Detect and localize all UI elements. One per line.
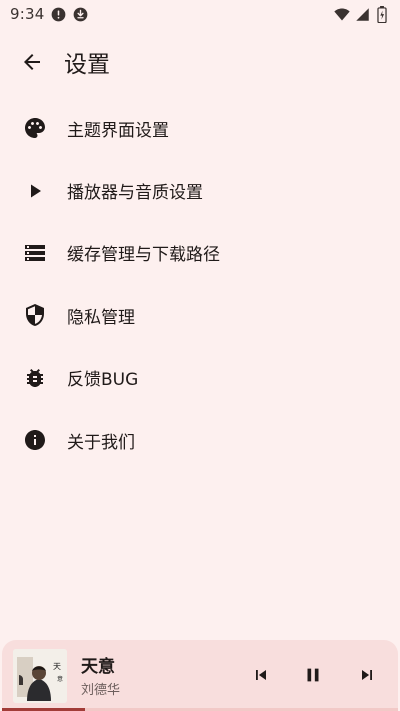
- status-bar: 9:34: [0, 0, 400, 28]
- pause-icon: [302, 664, 324, 686]
- next-button[interactable]: [354, 662, 380, 688]
- settings-item-cache[interactable]: 缓存管理与下载路径: [0, 222, 400, 284]
- play-icon: [23, 179, 47, 203]
- svg-text:天: 天: [53, 662, 61, 671]
- app-bar: 设置: [0, 36, 400, 88]
- status-bar-right: [334, 5, 390, 23]
- alert-circle-icon: [50, 6, 66, 22]
- palette-icon: [23, 116, 47, 140]
- settings-item-about[interactable]: 关于我们: [0, 409, 400, 471]
- skip-previous-icon: [251, 665, 271, 685]
- back-button[interactable]: [8, 38, 56, 86]
- song-artist: 刘德华: [81, 683, 121, 698]
- page-title: 设置: [64, 52, 110, 78]
- mini-player[interactable]: 天 意 天意 刘德华: [2, 640, 398, 711]
- settings-item-label: 隐私管理: [67, 307, 135, 328]
- shield-icon: [23, 303, 47, 327]
- settings-item-label: 主题界面设置: [67, 120, 169, 141]
- storage-icon: [23, 241, 47, 265]
- settings-item-player[interactable]: 播放器与音质设置: [0, 159, 400, 221]
- settings-item-theme[interactable]: 主题界面设置: [0, 97, 400, 159]
- status-bar-left: 9:34: [10, 5, 88, 23]
- settings-item-label: 关于我们: [67, 432, 135, 453]
- album-art[interactable]: 天 意: [13, 649, 67, 703]
- download-icon: [72, 6, 88, 22]
- settings-item-label: 反馈BUG: [67, 370, 139, 391]
- settings-item-feedback[interactable]: 反馈BUG: [0, 347, 400, 409]
- cell-signal-icon: [354, 6, 370, 22]
- bug-icon: [23, 366, 47, 390]
- svg-text:意: 意: [57, 675, 63, 683]
- song-title: 天意: [81, 657, 115, 677]
- previous-button[interactable]: [248, 662, 274, 688]
- settings-item-label: 缓存管理与下载路径: [67, 245, 220, 266]
- settings-list: 主题界面设置 播放器与音质设置 缓存管理与下载路径 隐私管理 反馈BUG 关于我…: [0, 97, 400, 471]
- status-time: 9:34: [10, 5, 45, 23]
- settings-item-privacy[interactable]: 隐私管理: [0, 284, 400, 346]
- battery-icon: [374, 5, 390, 23]
- settings-item-label: 播放器与音质设置: [67, 183, 203, 204]
- info-icon: [23, 428, 47, 452]
- pause-button[interactable]: [300, 662, 326, 688]
- skip-next-icon: [357, 665, 377, 685]
- arrow-back-icon: [20, 50, 44, 74]
- wifi-icon: [334, 6, 350, 22]
